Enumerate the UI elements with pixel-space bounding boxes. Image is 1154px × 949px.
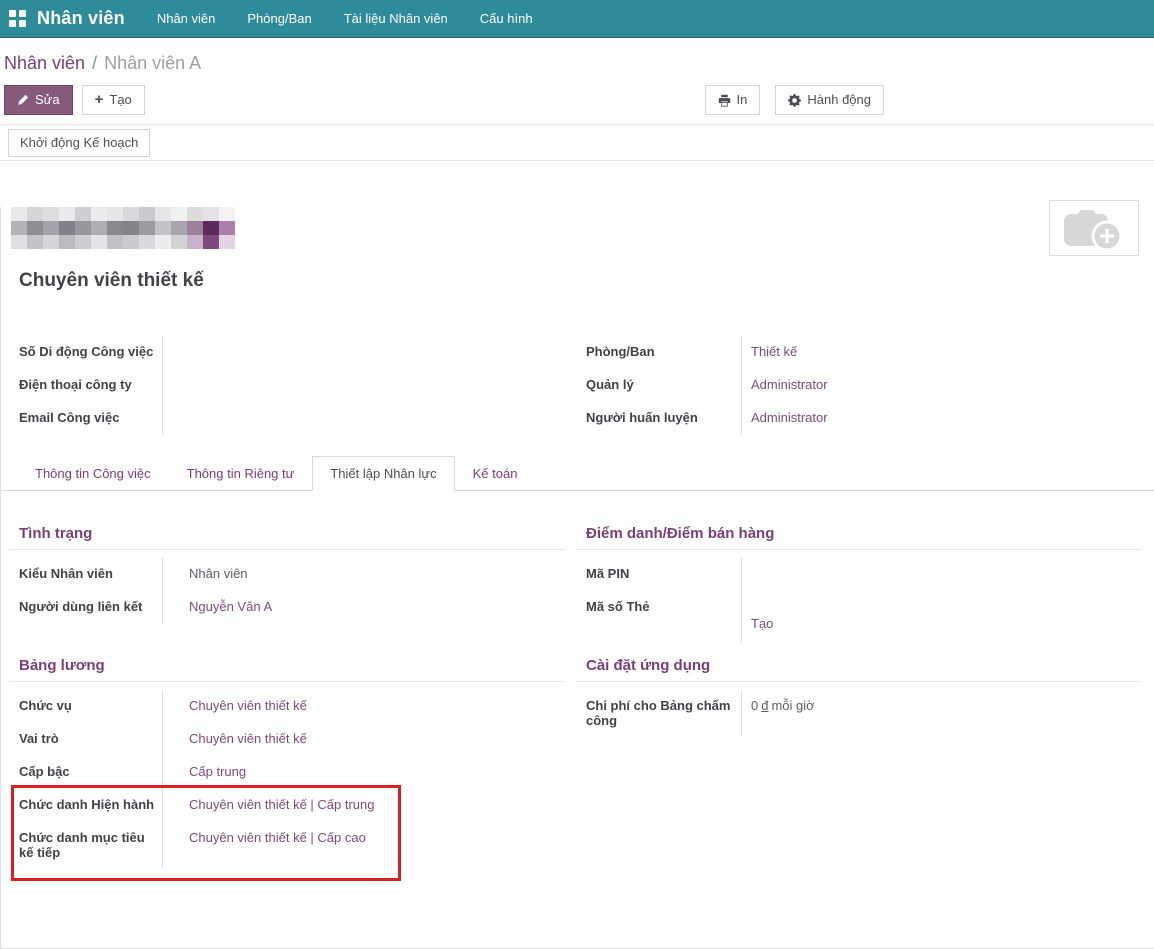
tab-work-information[interactable]: Thông tin Công việc <box>17 456 169 491</box>
field-label-coach: Người huấn luyện <box>576 402 741 435</box>
field-label-role: Vai trò <box>9 723 162 756</box>
apps-menu-icon[interactable] <box>9 10 27 28</box>
employee-name-blurred-image <box>11 207 235 249</box>
field-label-current-job-title: Chức danh Hiện hành <box>9 789 162 822</box>
section-title-app-settings: Cài đặt ứng dụng <box>576 657 1140 682</box>
print-button[interactable]: In <box>705 85 761 115</box>
plus-icon: + <box>95 93 104 107</box>
employee-form-sheet: Chuyên viên thiết kế Số Di động Công việ… <box>0 207 1154 949</box>
breadcrumb: Nhân viên / Nhân viên A <box>0 38 1154 74</box>
field-value-coach[interactable]: Administrator <box>751 410 828 425</box>
create-button[interactable]: + Tạo <box>82 85 145 115</box>
field-label-work-mobile: Số Di động Công việc <box>9 336 162 369</box>
field-value-department[interactable]: Thiết kế <box>751 344 797 359</box>
field-value-employee-type[interactable]: Nhân viên <box>162 558 564 591</box>
field-label-job-position: Chức vụ <box>9 690 162 723</box>
field-value-current-job-title[interactable]: Chuyên viên thiết kế | Cấp trung <box>189 797 375 812</box>
control-panel: Sửa + Tạo In Hành động <box>0 74 1154 117</box>
menu-item-configuration[interactable]: Cấu hình <box>464 0 549 37</box>
apps-menu-square <box>19 10 26 17</box>
generate-badge-link[interactable]: Tạo <box>751 616 773 631</box>
apps-menu-square <box>9 20 16 27</box>
tab-hr-settings[interactable]: Thiết lập Nhân lực <box>312 456 454 491</box>
timesheet-cost-amount: 0 <box>751 698 758 713</box>
pencil-icon <box>17 94 29 106</box>
gear-icon <box>788 94 801 107</box>
org-field-group: Phòng/Ban Thiết kế Quản lý Administrator… <box>576 336 1140 435</box>
camera-plus-icon <box>1061 205 1127 251</box>
menu-item-departments[interactable]: Phòng/Ban <box>231 0 327 37</box>
action-button-label: Hành động <box>807 92 871 108</box>
notebook-tabs: Thông tin Công việc Thông tin Riêng tư T… <box>1 456 1154 491</box>
section-attendance-pos: Điểm danh/Điểm bán hàng Mã PIN Mã số Thẻ… <box>576 525 1140 643</box>
field-label-timesheet-cost: Chi phí cho Bảng chấm công <box>576 690 741 736</box>
hr-settings-tab-content: Tình trạng Kiểu Nhân viên Nhân viên Ngườ… <box>1 491 1154 868</box>
employee-job-title: Chuyên viên thiết kế <box>19 270 1154 292</box>
section-title-status: Tình trạng <box>9 525 564 550</box>
section-payroll: Bảng lương Chức vụ Chuyên viên thiết kế … <box>9 657 564 868</box>
section-title-attendance-pos: Điểm danh/Điểm bán hàng <box>576 525 1140 550</box>
field-label-next-target-job-title: Chức danh mục tiêu kế tiếp <box>9 822 162 868</box>
top-navbar: Nhân viên Nhân viên Phòng/Ban Tài liệu N… <box>0 0 1154 38</box>
breadcrumb-current: Nhân viên A <box>104 53 201 73</box>
field-value-work-email[interactable] <box>162 402 564 435</box>
field-value-timesheet-cost[interactable]: 0đmỗi giờ <box>741 690 1140 736</box>
field-value-related-user[interactable]: Nguyễn Văn A <box>189 599 272 614</box>
field-label-badge-id: Mã số Thẻ <box>576 591 741 643</box>
contact-field-group: Số Di động Công việc Điện thoại công ty … <box>9 336 564 435</box>
printer-icon <box>718 94 731 107</box>
field-value-grade[interactable]: Cấp trung <box>189 764 246 779</box>
breadcrumb-separator: / <box>92 53 97 73</box>
apps-menu-square <box>9 10 16 17</box>
edit-button[interactable]: Sửa <box>4 85 73 115</box>
menu-item-employee-documents[interactable]: Tài liệu Nhân viên <box>328 0 464 37</box>
section-app-settings: Cài đặt ứng dụng Chi phí cho Bảng chấm c… <box>576 657 1140 868</box>
navbar-menu: Nhân viên Phòng/Ban Tài liệu Nhân viên C… <box>141 0 549 37</box>
field-label-grade: Cấp bậc <box>9 756 162 789</box>
timesheet-cost-suffix: mỗi giờ <box>771 698 814 713</box>
field-value-next-target-job-title[interactable]: Chuyên viên thiết kế | Cấp cao <box>189 830 366 845</box>
status-bar: Khởi động Kế hoạch <box>0 125 1154 161</box>
currency-symbol-dong: đ <box>761 698 768 713</box>
app-title[interactable]: Nhân viên <box>37 8 125 29</box>
field-value-role[interactable]: Chuyên viên thiết kế <box>189 731 307 746</box>
field-label-manager: Quản lý <box>576 369 741 402</box>
section-title-payroll: Bảng lương <box>9 657 564 682</box>
section-status: Tình trạng Kiểu Nhân viên Nhân viên Ngườ… <box>9 525 564 643</box>
field-value-pin-code[interactable] <box>741 558 1140 591</box>
field-value-manager[interactable]: Administrator <box>751 377 828 392</box>
apps-menu-square <box>19 20 26 27</box>
field-label-work-email: Email Công việc <box>9 402 162 435</box>
menu-item-employees[interactable]: Nhân viên <box>141 0 232 37</box>
create-button-label: Tạo <box>109 92 131 108</box>
field-label-pin-code: Mã PIN <box>576 558 741 591</box>
field-label-work-phone: Điện thoại công ty <box>9 369 162 402</box>
employee-photo-placeholder[interactable] <box>1049 200 1139 256</box>
edit-button-label: Sửa <box>35 92 60 108</box>
field-label-related-user: Người dùng liên kết <box>9 591 162 624</box>
tab-accounting[interactable]: Kế toán <box>455 456 536 491</box>
breadcrumb-parent[interactable]: Nhân viên <box>4 53 85 73</box>
tab-private-information[interactable]: Thông tin Riêng tư <box>169 456 313 491</box>
field-label-employee-type: Kiểu Nhân viên <box>9 558 162 591</box>
top-field-groups: Số Di động Công việc Điện thoại công ty … <box>1 336 1154 435</box>
field-value-job-position[interactable]: Chuyên viên thiết kế <box>189 698 307 713</box>
field-value-work-mobile[interactable] <box>162 336 564 369</box>
launch-plan-button[interactable]: Khởi động Kế hoạch <box>8 129 150 157</box>
print-button-label: In <box>737 92 748 108</box>
action-button[interactable]: Hành động <box>775 85 884 115</box>
field-label-department: Phòng/Ban <box>576 336 741 369</box>
field-value-work-phone[interactable] <box>162 369 564 402</box>
